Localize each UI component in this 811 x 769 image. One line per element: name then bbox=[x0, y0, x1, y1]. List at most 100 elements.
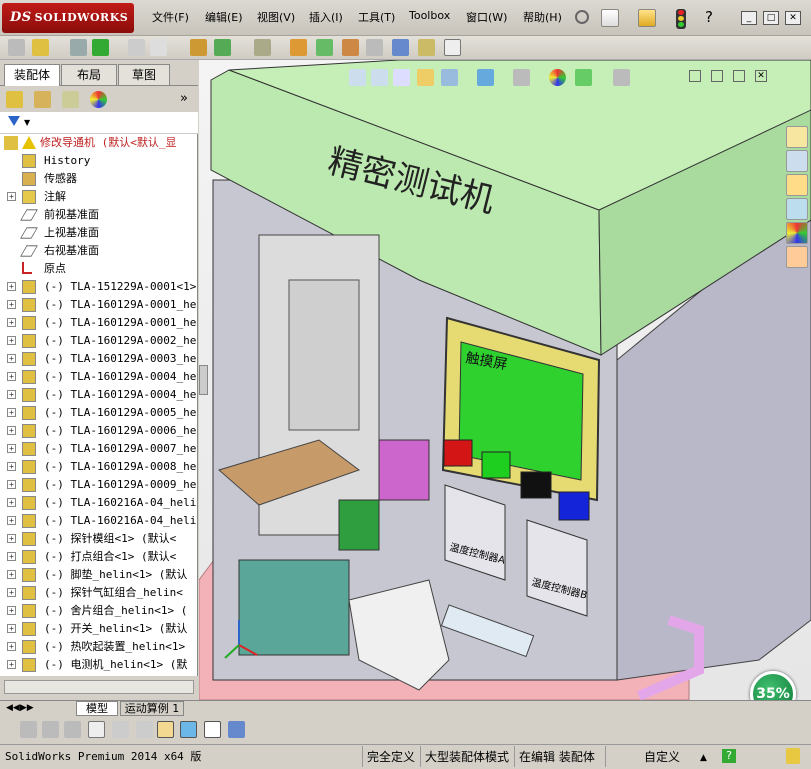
model-viewport[interactable]: 精密测试机 触摸屏 温度控制器A 温度控制器B bbox=[199, 60, 811, 700]
tree-item[interactable]: + (-) 电测机_helin<1> (默 bbox=[0, 656, 198, 674]
tab-sketch[interactable]: 草图 bbox=[118, 64, 170, 85]
expand-icon[interactable]: + bbox=[7, 390, 16, 399]
expand-icon[interactable]: + bbox=[7, 426, 16, 435]
bill-of-materials-icon[interactable] bbox=[316, 39, 333, 56]
viewport-close-icon[interactable]: ✕ bbox=[755, 70, 767, 82]
tab-motion-study[interactable]: 运动算例 1 bbox=[120, 701, 184, 716]
viewport-minimize-icon[interactable] bbox=[711, 70, 723, 82]
expand-icon[interactable]: + bbox=[7, 318, 16, 327]
open-folder-icon[interactable] bbox=[638, 9, 656, 27]
expand-icon[interactable]: + bbox=[7, 624, 16, 633]
expand-icon[interactable]: + bbox=[7, 516, 16, 525]
tab-model[interactable]: 模型 bbox=[76, 701, 118, 716]
expand-icon[interactable]: + bbox=[7, 444, 16, 453]
exploded-view-icon[interactable] bbox=[342, 39, 359, 56]
tree-item[interactable]: + (-) 热吹起装置_helin<1> bbox=[0, 638, 198, 656]
panel-collapse-handle[interactable] bbox=[199, 365, 208, 395]
new-motion-study-icon[interactable] bbox=[290, 39, 307, 56]
expand-icon[interactable]: + bbox=[7, 642, 16, 651]
expand-icon[interactable]: + bbox=[7, 480, 16, 489]
assembly-icon[interactable] bbox=[8, 39, 25, 56]
tree-item[interactable]: + (-) 打点组合<1> (默认< bbox=[0, 548, 198, 566]
expand-icon[interactable]: + bbox=[7, 570, 16, 579]
suppress-icon[interactable] bbox=[64, 721, 81, 738]
menu-insert[interactable]: 插入(I) bbox=[309, 9, 343, 25]
traffic-light-icon[interactable] bbox=[676, 9, 686, 29]
reference-geometry-icon[interactable] bbox=[254, 39, 271, 56]
interference-detection-icon[interactable] bbox=[392, 39, 409, 56]
collision-icon[interactable] bbox=[42, 721, 59, 738]
menu-view[interactable]: 视图(V) bbox=[257, 9, 295, 25]
menu-help[interactable]: 帮助(H) bbox=[523, 9, 562, 25]
horizontal-scrollbar[interactable] bbox=[0, 676, 198, 700]
expand-icon[interactable]: + bbox=[7, 660, 16, 669]
menu-file[interactable]: 文件(F) bbox=[152, 9, 189, 25]
tree-root[interactable]: 修改导通机 (默认<默认_显 bbox=[0, 134, 198, 152]
tree-item[interactable]: + (-) TLA-160129A-0009_he bbox=[0, 476, 198, 494]
tab-assembly[interactable]: 装配体 bbox=[4, 64, 60, 86]
minimize-icon[interactable]: _ bbox=[741, 11, 757, 25]
close-icon[interactable]: ✕ bbox=[785, 11, 801, 25]
tree-item[interactable]: + (-) TLA-160129A-0003_he bbox=[0, 350, 198, 368]
sketch-relations-icon[interactable] bbox=[136, 721, 153, 738]
tree-item[interactable]: + (-) 脚垫_helin<1> (默认 bbox=[0, 566, 198, 584]
display-box-icon[interactable] bbox=[180, 721, 197, 738]
insert-component-icon[interactable] bbox=[32, 39, 49, 56]
expand-icon[interactable]: + bbox=[7, 462, 16, 471]
tree-item[interactable]: + (-) TLA-160129A-0001_he bbox=[0, 314, 198, 332]
status-help-icon[interactable]: ? bbox=[722, 749, 736, 763]
linear-pattern-icon[interactable] bbox=[92, 39, 109, 56]
instant3d-icon[interactable] bbox=[444, 39, 461, 56]
tree-item[interactable]: + (-) TLA-160129A-0006_he bbox=[0, 422, 198, 440]
apply-scene-icon[interactable] bbox=[575, 69, 592, 86]
clearance-verification-icon[interactable] bbox=[418, 39, 435, 56]
origin-toggle-icon[interactable] bbox=[157, 721, 174, 738]
tree-item[interactable]: 传感器 bbox=[0, 170, 198, 188]
move-component-icon[interactable] bbox=[150, 39, 167, 56]
tree-item[interactable]: 原点 bbox=[0, 260, 198, 278]
previous-view-icon[interactable] bbox=[393, 69, 410, 86]
expand-icon[interactable]: + bbox=[7, 408, 16, 417]
save-icon[interactable] bbox=[228, 721, 245, 738]
expand-panel-icon[interactable]: » bbox=[180, 91, 188, 106]
tree-item[interactable]: + (-) TLA-160129A-0004_he bbox=[0, 386, 198, 404]
filter-icon[interactable] bbox=[8, 116, 20, 126]
restore-icon[interactable]: □ bbox=[763, 11, 779, 25]
expand-icon[interactable]: + bbox=[7, 498, 16, 507]
viewport-split-icon[interactable] bbox=[689, 70, 701, 82]
view-settings-icon[interactable] bbox=[613, 69, 630, 86]
show-hidden-icon[interactable] bbox=[190, 39, 207, 56]
tree-item[interactable]: + 注解 bbox=[0, 188, 198, 206]
menu-edit[interactable]: 编辑(E) bbox=[205, 9, 243, 25]
tree-item[interactable]: + (-) TLA-160129A-0005_he bbox=[0, 404, 198, 422]
assembly-features-icon[interactable] bbox=[214, 39, 231, 56]
menu-toolbox[interactable]: Toolbox bbox=[409, 9, 450, 22]
expand-icon[interactable]: + bbox=[7, 552, 16, 561]
file-explorer-icon[interactable] bbox=[786, 174, 808, 196]
tree-item[interactable]: + (-) TLA-160216A-04_heli bbox=[0, 512, 198, 530]
units-dropdown-icon[interactable]: ▲ bbox=[700, 747, 707, 769]
hide-show-items-icon[interactable] bbox=[513, 69, 530, 86]
design-library-icon[interactable] bbox=[786, 150, 808, 172]
mate-icon[interactable] bbox=[70, 39, 87, 56]
custom-properties-icon[interactable] bbox=[786, 246, 808, 268]
view-orientation-icon[interactable] bbox=[441, 69, 458, 86]
display-manager-icon[interactable] bbox=[90, 91, 107, 108]
tree-item[interactable]: + (-) 探针气缸组合_helin< bbox=[0, 584, 198, 602]
appearances-icon[interactable] bbox=[786, 222, 808, 244]
status-units[interactable]: 自定义 bbox=[640, 746, 680, 767]
menu-tools[interactable]: 工具(T) bbox=[358, 9, 395, 25]
tree-item[interactable]: + (-) TLA-160129A-0004_he bbox=[0, 368, 198, 386]
tree-item[interactable]: + (-) TLA-151229A-0001<1> bbox=[0, 278, 198, 296]
tree-item[interactable]: 右视基准面 bbox=[0, 242, 198, 260]
tree-item[interactable]: 上视基准面 bbox=[0, 224, 198, 242]
zoom-to-fit-icon[interactable] bbox=[349, 69, 366, 86]
pin-icon[interactable] bbox=[575, 10, 589, 24]
expand-icon[interactable]: + bbox=[7, 282, 16, 291]
configuration-manager-icon[interactable] bbox=[62, 91, 79, 108]
view-palette-icon[interactable] bbox=[786, 198, 808, 220]
tree-item[interactable]: + (-) 开关_helin<1> (默认 bbox=[0, 620, 198, 638]
scrollbar-track[interactable] bbox=[4, 680, 194, 694]
tree-item[interactable]: + (-) TLA-160129A-0008_he bbox=[0, 458, 198, 476]
smartmates-icon[interactable] bbox=[20, 721, 37, 738]
